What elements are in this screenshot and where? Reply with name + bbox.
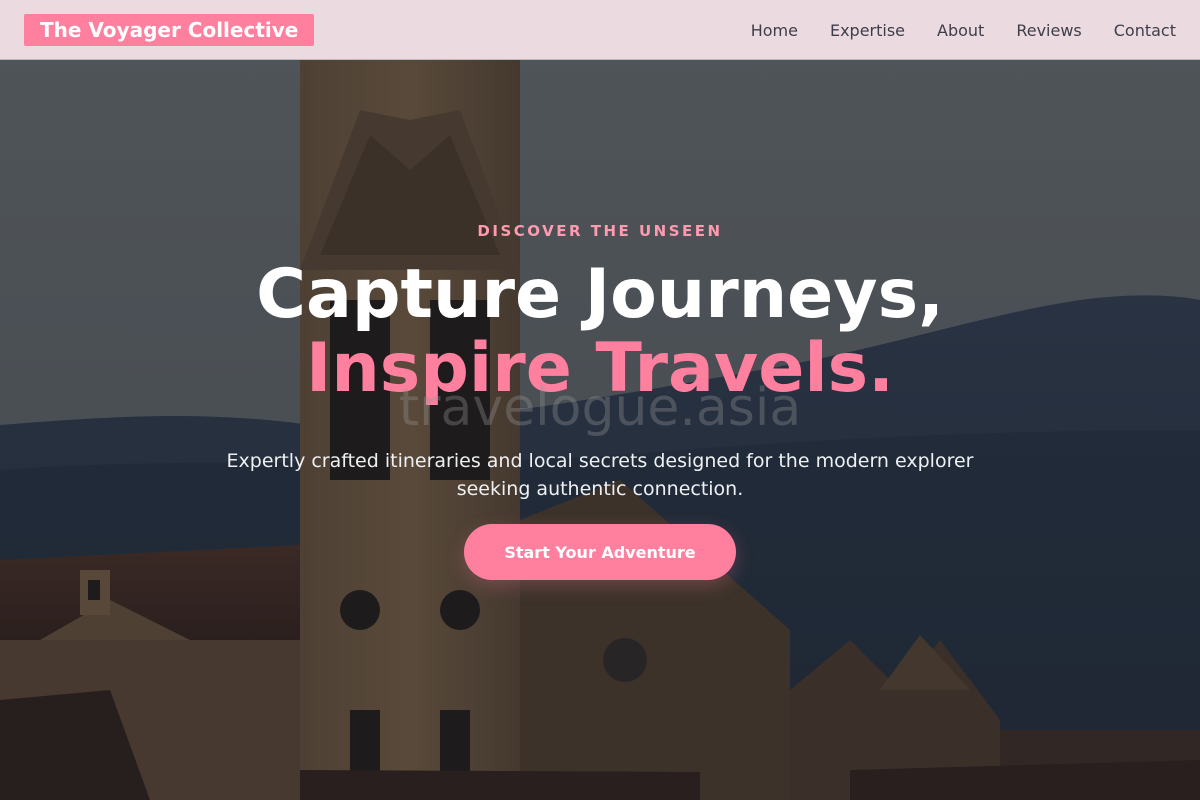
watermark-text: travelogue.asia bbox=[398, 378, 802, 438]
hero-subtext: Expertly crafted itineraries and local s… bbox=[226, 450, 974, 500]
headline-main-line: Capture Journeys, bbox=[256, 255, 944, 334]
start-adventure-button[interactable]: Start Your Adventure bbox=[464, 524, 736, 580]
hero-eyebrow: DISCOVER THE UNSEEN bbox=[477, 222, 723, 240]
hero-section: DISCOVER THE UNSEEN Capture Journeys, In… bbox=[0, 0, 1200, 800]
